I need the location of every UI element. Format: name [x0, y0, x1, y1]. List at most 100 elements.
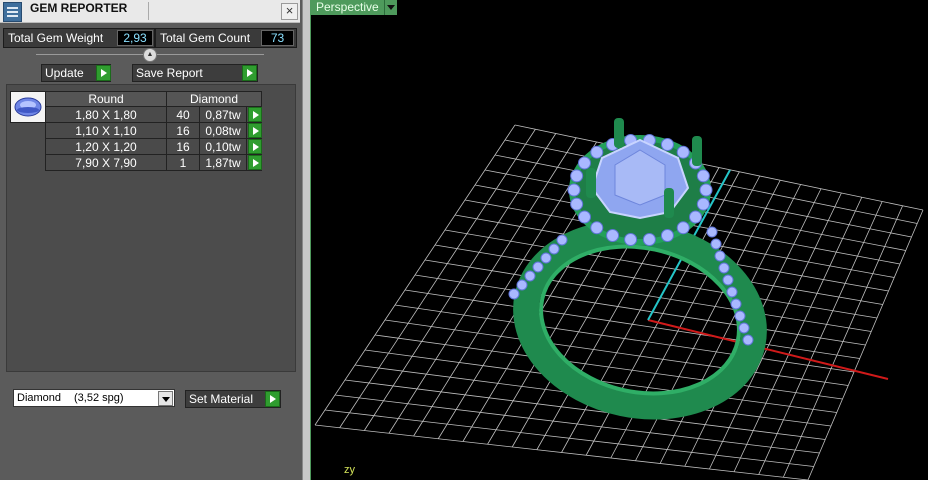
gem-size: 1,80 X 1,80 [45, 106, 167, 123]
side-stone [508, 288, 520, 300]
gem-reporter-app-icon [3, 2, 22, 22]
halo-stone [570, 197, 584, 211]
row-action-cell [246, 138, 262, 155]
grid-line [314, 424, 809, 480]
halo-stone [570, 169, 584, 183]
halo-stone [696, 169, 710, 183]
chevron-down-icon[interactable] [158, 391, 173, 406]
title-divider [148, 2, 149, 20]
gem-weight: 0,08tw [199, 122, 247, 139]
grid-line [324, 409, 814, 467]
material-select[interactable]: Diamond (3,52 spg) [13, 389, 175, 407]
total-gem-weight-label: Total Gem Weight [8, 31, 104, 45]
side-stone [540, 252, 552, 264]
viewport-border [310, 15, 311, 480]
set-material-button[interactable]: Set Material [185, 390, 281, 408]
axis-y-label: y [349, 464, 356, 476]
halo-stone [660, 228, 674, 242]
table-row: 1,80 X 1,80 40 0,87tw [45, 106, 262, 123]
side-stone [532, 261, 544, 273]
total-gem-count-label: Total Gem Count [160, 31, 251, 45]
grid-line [758, 201, 883, 475]
view-name-tab[interactable]: Perspective [310, 0, 388, 15]
side-stone [714, 250, 726, 262]
total-gem-weight-value: 2,93 [117, 30, 153, 46]
halo-stone [590, 145, 604, 159]
row-action-cell [246, 154, 262, 171]
material-spg: (3,52 spg) [74, 392, 124, 404]
title-bar: GEM REPORTER × [0, 0, 300, 23]
table-header-row: Round Diamond [45, 91, 262, 107]
side-stone [548, 243, 560, 255]
side-stone [730, 298, 742, 310]
select-row-play-icon[interactable] [248, 139, 262, 154]
gem-size: 1,10 X 1,10 [45, 122, 167, 139]
gem-size: 1,20 X 1,20 [45, 138, 167, 155]
table-row: 1,10 X 1,10 16 0,08tw [45, 122, 262, 139]
halo-stone [699, 183, 713, 197]
prong [586, 168, 596, 198]
update-button[interactable]: Update [41, 64, 111, 82]
total-gem-weight-box: Total Gem Weight 2,93 [3, 28, 155, 48]
side-stone [516, 279, 528, 291]
side-stone [722, 274, 734, 286]
gem-table: Round Diamond 1,80 X 1,80 40 0,87tw 1,10… [45, 91, 262, 171]
side-stone [726, 286, 738, 298]
set-material-button-label: Set Material [189, 392, 254, 406]
prong [614, 118, 624, 148]
side-stone [524, 270, 536, 282]
select-row-play-icon[interactable] [248, 107, 262, 122]
prong [692, 136, 702, 166]
material-name: Diamond [17, 392, 62, 404]
table-row: 1,20 X 1,20 16 0,10tw [45, 138, 262, 155]
col-shape-header: Round [45, 91, 167, 107]
select-row-play-icon[interactable] [248, 155, 262, 170]
halo-stone [689, 210, 703, 224]
side-stone [734, 310, 746, 322]
select-row-play-icon[interactable] [248, 123, 262, 138]
grid-line [782, 205, 903, 478]
prong [664, 188, 674, 218]
gem-weight: 0,10tw [199, 138, 247, 155]
col-material-header: Diamond [166, 91, 262, 107]
axis-indicator: zy [344, 464, 355, 476]
gem-weight: 1,87tw [199, 154, 247, 171]
row-action-cell [246, 106, 262, 123]
save-report-button-label: Save Report [136, 66, 203, 80]
gem-count: 16 [166, 138, 200, 155]
update-play-icon[interactable] [96, 65, 111, 81]
halo-stone [642, 232, 656, 246]
gem-size: 7,90 X 7,90 [45, 154, 167, 171]
close-button[interactable]: × [281, 3, 298, 20]
view-dropdown-icon[interactable] [384, 0, 397, 15]
halo-stone [590, 221, 604, 235]
halo-stone [696, 197, 710, 211]
grid-line [334, 394, 820, 454]
set-material-play-icon[interactable] [265, 391, 280, 407]
side-stone [738, 322, 750, 334]
perspective-viewport[interactable]: Perspective zy [310, 0, 928, 480]
round-gem-icon[interactable] [10, 91, 46, 123]
halo-stone [676, 145, 690, 159]
total-gem-count-box: Total Gem Count 73 [155, 28, 297, 48]
row-action-cell [246, 122, 262, 139]
gem-reporter-panel: GEM REPORTER × Total Gem Weight 2,93 Tot… [0, 0, 302, 480]
table-row: 7,90 X 7,90 1 1,87tw [45, 154, 262, 171]
halo-stone [624, 232, 638, 246]
total-gem-count-value: 73 [261, 30, 294, 46]
side-stone [706, 226, 718, 238]
panel-slider-thumb[interactable]: ▲ [143, 48, 157, 62]
save-report-button[interactable]: Save Report [132, 64, 258, 82]
side-stone [556, 234, 568, 246]
side-stone [710, 238, 722, 250]
halo-stone [567, 183, 581, 197]
halo-stone [660, 138, 674, 152]
scene-canvas[interactable] [310, 0, 928, 480]
halo-stone [577, 210, 591, 224]
halo-stone [606, 228, 620, 242]
gem-count: 40 [166, 106, 200, 123]
window-title: GEM REPORTER [30, 1, 128, 15]
save-report-play-icon[interactable] [242, 65, 257, 81]
ring-model [508, 118, 767, 420]
side-stone [718, 262, 730, 274]
